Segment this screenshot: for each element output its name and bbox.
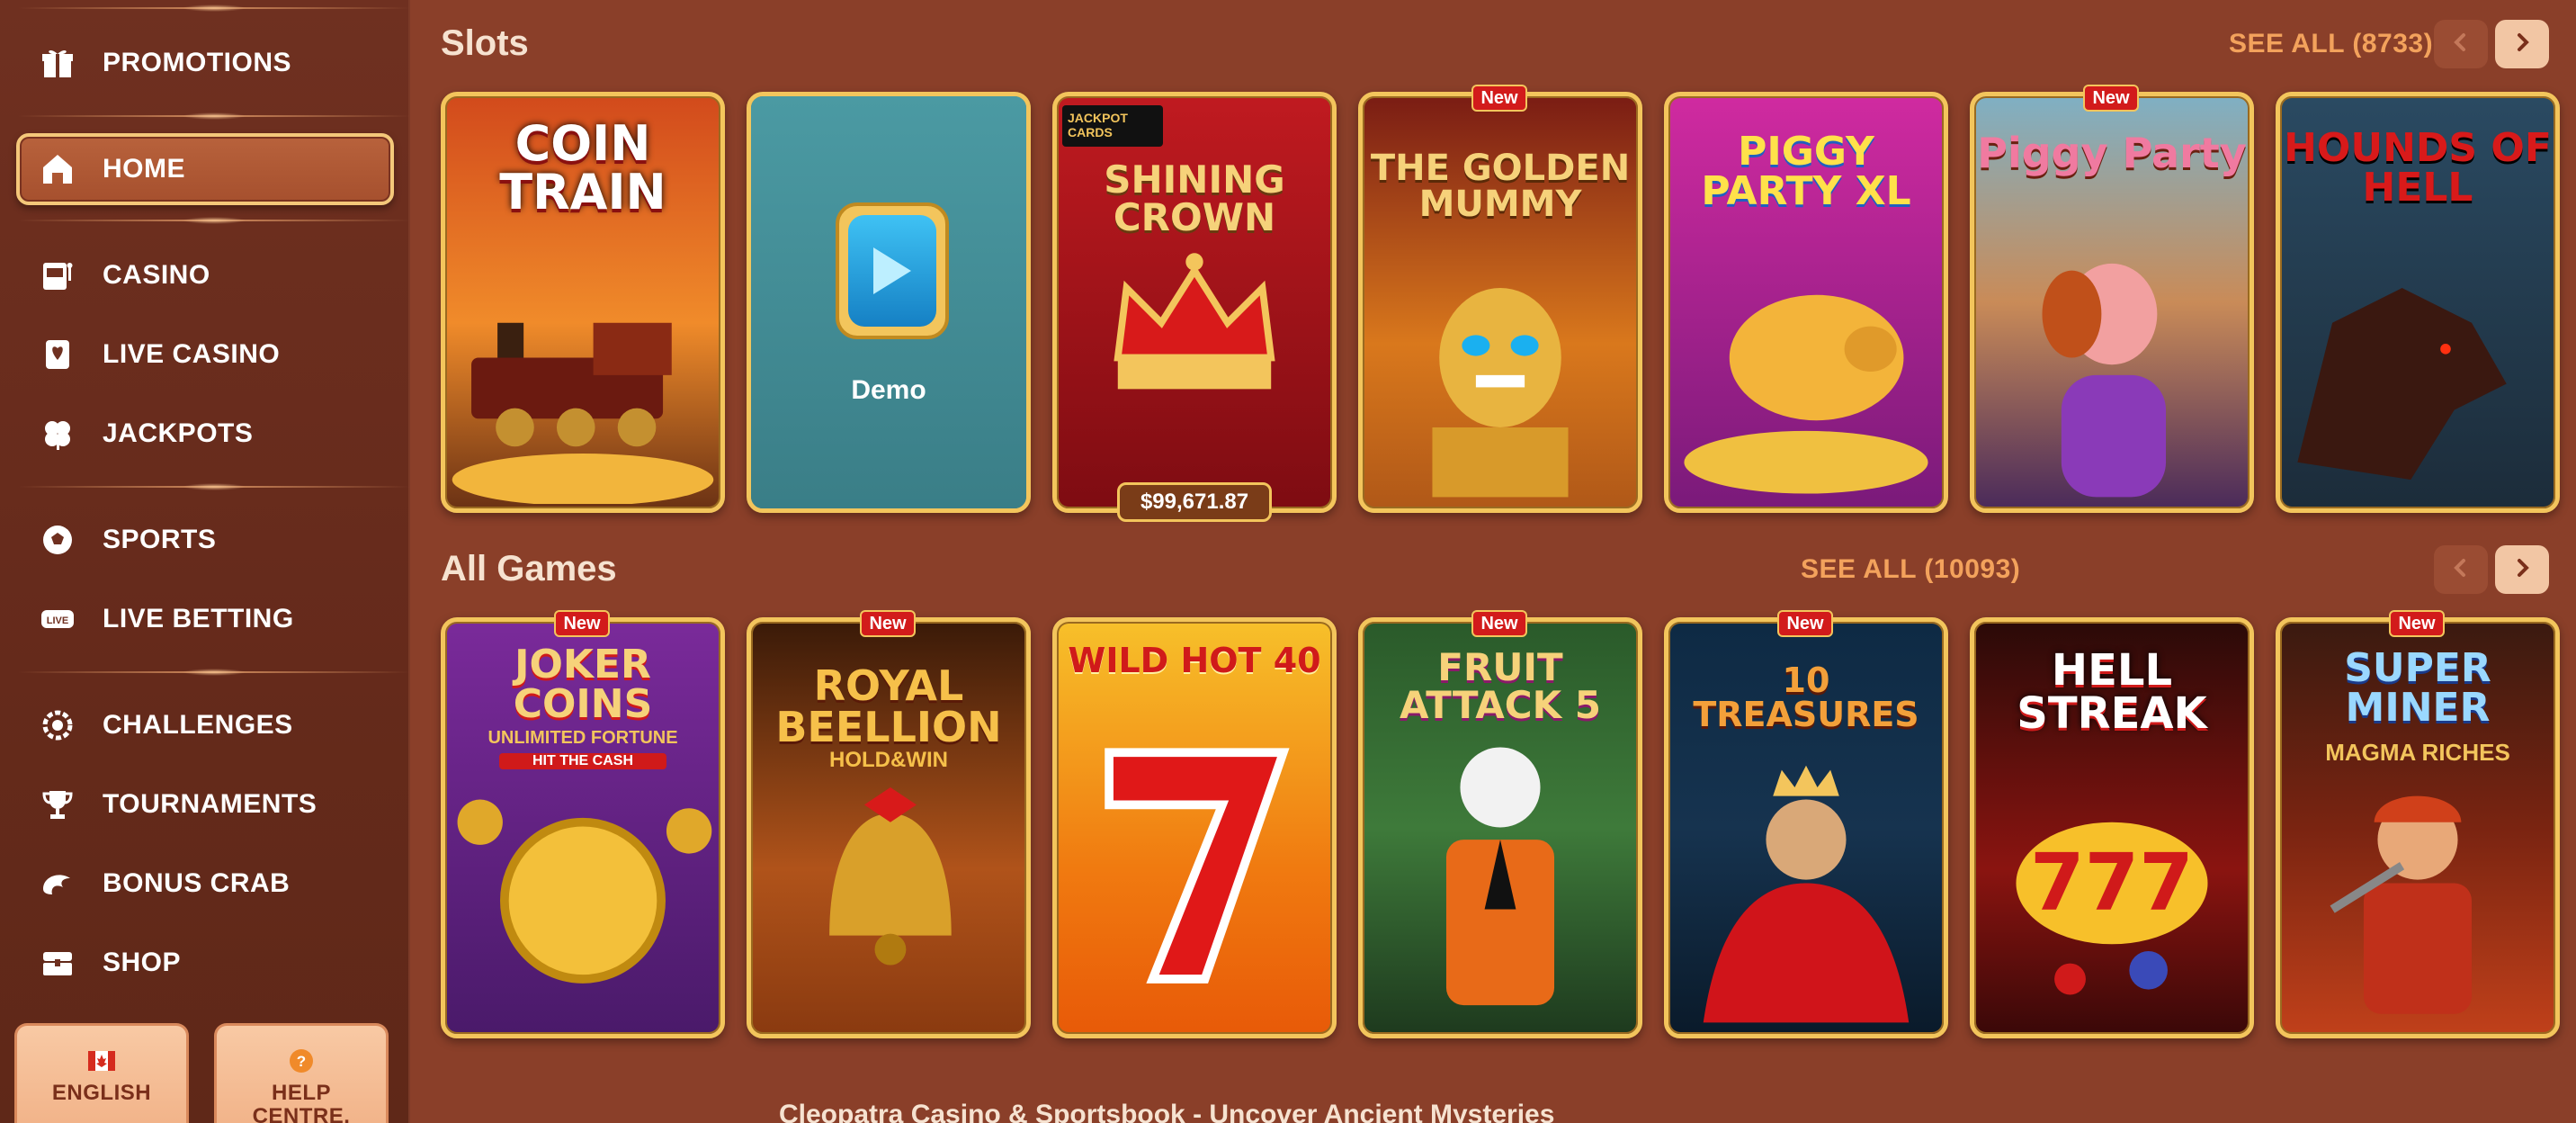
trophy-icon	[38, 785, 77, 824]
gift-icon	[38, 43, 77, 83]
slots-prev-button[interactable]	[2434, 20, 2488, 68]
sidebar: PROMOTIONS HOME CASINO LIVE CASINO JACKP…	[0, 0, 410, 1123]
chevron-left-icon	[2450, 557, 2472, 583]
live-badge-icon: LIVE	[38, 599, 77, 639]
triple-seven-icon: 777	[2016, 822, 2208, 995]
help-centre-label: HELP CENTRE.	[252, 1081, 351, 1123]
king-illustration	[1703, 765, 1910, 1023]
divider	[18, 483, 410, 490]
sidebar-item-label: LIVE BETTING	[103, 604, 294, 633]
sidebar-item-live-betting[interactable]: LIVE LIVE BETTING	[16, 583, 394, 655]
divider	[18, 669, 410, 676]
sidebar-item-label: SPORTS	[103, 525, 217, 554]
game-card-shining-crown[interactable]: JACKPOT CARDS SHINING CROWN	[1052, 92, 1337, 513]
sidebar-item-label: TOURNAMENTS	[103, 789, 318, 819]
new-badge: New	[2389, 610, 2445, 637]
new-badge: New	[554, 610, 610, 637]
sidebar-item-label: CASINO	[103, 260, 210, 290]
train-illustration	[452, 322, 714, 505]
sidebar-item-bonus-crab[interactable]: BONUS CRAB	[16, 848, 394, 920]
slots-next-button[interactable]	[2495, 20, 2549, 68]
clover-icon	[38, 414, 77, 454]
playing-card-icon	[38, 335, 77, 374]
game-card-piggy-party-xl[interactable]: PIGGY PARTY XL	[1664, 92, 1948, 513]
piggy-bank-illustration	[1684, 294, 1928, 494]
game-card-super-miner[interactable]: SUPER MINER MAGMA RICHES	[2276, 617, 2560, 1038]
jackpot-amount: $99,671.87	[1117, 482, 1272, 522]
see-all-games-link[interactable]: SEE ALL (10093)	[1801, 554, 2020, 585]
crown-illustration	[1114, 253, 1275, 390]
language-label: ENGLISH	[51, 1081, 152, 1105]
badge-icon	[38, 705, 77, 745]
sidebar-item-label: PROMOTIONS	[103, 48, 292, 77]
divider	[18, 112, 410, 120]
svg-text:?: ?	[297, 1053, 306, 1070]
new-badge: New	[1471, 610, 1527, 637]
miner-illustration	[2330, 795, 2473, 1014]
game-card-coin-train[interactable]: COIN TRAIN	[441, 92, 725, 513]
game-card-wild-hot-40[interactable]: WILD HOT 40	[1052, 617, 1337, 1038]
sidebar-item-label: CHALLENGES	[103, 710, 293, 740]
sidebar-item-jackpots[interactable]: JACKPOTS	[16, 398, 394, 470]
play-icon	[870, 246, 915, 301]
sidebar-item-label: LIVE CASINO	[103, 339, 281, 369]
soccer-ball-icon	[38, 520, 77, 560]
sidebar-item-shop[interactable]: SHOP	[16, 927, 394, 999]
all-games-prev-button[interactable]	[2434, 545, 2488, 594]
svg-text:LIVE: LIVE	[47, 615, 68, 626]
new-badge: New	[1471, 85, 1527, 112]
game-card-piggy-party[interactable]: Piggy Party	[1970, 92, 2254, 513]
new-badge: New	[1777, 610, 1833, 637]
game-card-royal-beellion[interactable]: ROYAL BEELLION HOLD&WIN	[747, 617, 1031, 1038]
sidebar-item-label: BONUS CRAB	[103, 868, 291, 898]
duck-character-illustration	[1445, 747, 1555, 1006]
svg-text:777: 777	[2030, 837, 2194, 929]
footer-heading: Cleopatra Casino & Sportsbook - Uncover …	[779, 1100, 1555, 1123]
sidebar-item-tournaments[interactable]: TOURNAMENTS	[16, 768, 394, 840]
sidebar-item-challenges[interactable]: CHALLENGES	[16, 689, 394, 761]
game-card-golden-mummy[interactable]: THE GOLDEN MUMMY	[1358, 92, 1642, 513]
section-title-all-games: All Games	[441, 549, 617, 588]
new-badge: New	[860, 610, 916, 637]
sidebar-item-promotions[interactable]: PROMOTIONS	[16, 27, 394, 99]
language-button[interactable]: ENGLISH	[14, 1023, 189, 1123]
game-card-fruit-attack-5[interactable]: FRUIT ATTACK 5	[1358, 617, 1642, 1038]
game-card-hounds-of-hell[interactable]: HOUNDS OF HELL	[2276, 92, 2560, 513]
hound-illustration	[2297, 288, 2507, 481]
slot-machine-icon	[38, 256, 77, 295]
game-card-10-treasures[interactable]: 10 TREASURES	[1664, 617, 1948, 1038]
sidebar-item-live-casino[interactable]: LIVE CASINO	[16, 319, 394, 391]
demo-label: Demo	[851, 375, 926, 405]
crab-icon	[38, 864, 77, 903]
game-card-joker-coins[interactable]: JOKER COINS UNLIMITED FORTUNE HIT THE CA…	[441, 617, 725, 1038]
home-icon	[38, 149, 77, 189]
canada-flag-icon	[88, 1047, 115, 1074]
new-badge: New	[2083, 85, 2139, 112]
help-centre-button[interactable]: ? HELP CENTRE.	[214, 1023, 389, 1123]
section-title-slots: Slots	[441, 23, 529, 63]
game-card-hell-streak[interactable]: HELL STREAK 777	[1970, 617, 2254, 1038]
divider	[18, 4, 410, 12]
lucky-seven-icon	[1105, 748, 1290, 984]
all-games-next-button[interactable]	[2495, 545, 2549, 594]
chevron-right-icon	[2511, 557, 2533, 583]
mummy-illustration	[1432, 288, 1569, 498]
sidebar-item-home[interactable]: HOME	[16, 133, 394, 205]
sidebar-item-label: HOME	[103, 154, 185, 184]
sidebar-item-sports[interactable]: SPORTS	[16, 504, 394, 576]
sidebar-item-label: SHOP	[103, 948, 182, 977]
bell-illustration	[829, 786, 952, 966]
gold-coin-illustration	[457, 799, 712, 984]
help-icon: ?	[288, 1047, 315, 1074]
chevron-left-icon	[2450, 31, 2472, 58]
chevron-right-icon	[2511, 31, 2533, 58]
pig-character-illustration	[2042, 263, 2167, 498]
game-card-demo[interactable]: Demo	[747, 92, 1031, 513]
sidebar-item-label: JACKPOTS	[103, 418, 254, 448]
treasure-chest-icon	[38, 943, 77, 983]
divider	[18, 217, 410, 224]
see-all-slots-link[interactable]: SEE ALL (8733)	[2229, 29, 2433, 59]
sidebar-item-casino[interactable]: CASINO	[16, 239, 394, 311]
demo-play-button[interactable]	[836, 202, 949, 339]
